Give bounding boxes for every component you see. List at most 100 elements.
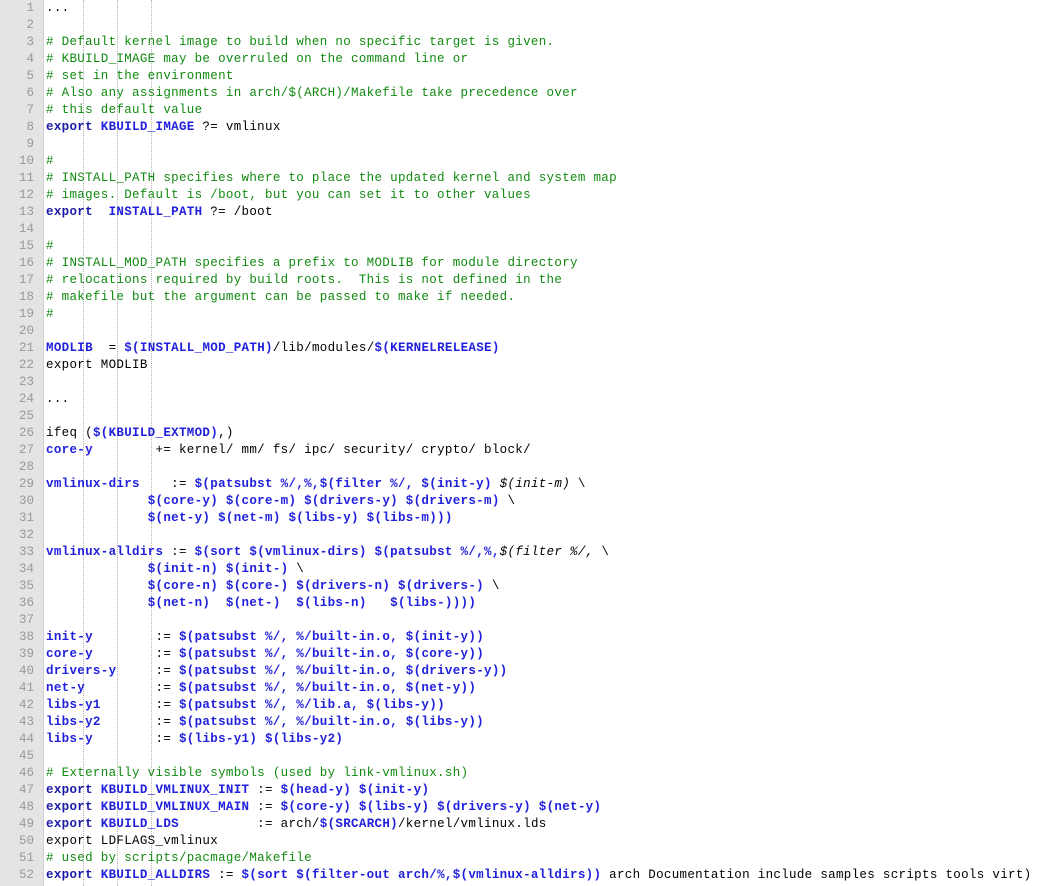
code-line[interactable]: 9 bbox=[0, 136, 1057, 153]
code-line[interactable]: 18 # makefile but the argument can be pas… bbox=[0, 289, 1057, 306]
code-line[interactable]: 2 bbox=[0, 17, 1057, 34]
code-text[interactable] bbox=[46, 374, 54, 391]
code-line[interactable]: 42 libs-y1 := $(patsubst %/, %/lib.a, $(l… bbox=[0, 697, 1057, 714]
code-text[interactable]: export KBUILD_VMLINUX_INIT := $(head-y) … bbox=[46, 782, 429, 799]
code-text[interactable]: # bbox=[46, 306, 54, 323]
code-text[interactable] bbox=[46, 459, 54, 476]
code-line[interactable]: 21 MODLIB = $(INSTALL_MOD_PATH)/lib/modul… bbox=[0, 340, 1057, 357]
code-line[interactable]: 25 bbox=[0, 408, 1057, 425]
code-text[interactable]: $(init-n) $(init-) \ bbox=[46, 561, 304, 578]
code-line[interactable]: 33 vmlinux-alldirs := $(sort $(vmlinux-di… bbox=[0, 544, 1057, 561]
code-text[interactable]: # Default kernel image to build when no … bbox=[46, 34, 554, 51]
code-line[interactable]: 1... bbox=[0, 0, 1057, 17]
code-text[interactable]: init-y := $(patsubst %/, %/built-in.o, $… bbox=[46, 629, 484, 646]
code-line[interactable]: 44 libs-y := $(libs-y1) $(libs-y2) bbox=[0, 731, 1057, 748]
code-text[interactable] bbox=[46, 323, 54, 340]
code-line[interactable]: 45 bbox=[0, 748, 1057, 765]
code-line[interactable]: 32 bbox=[0, 527, 1057, 544]
code-text[interactable] bbox=[46, 748, 54, 765]
code-line[interactable]: 28 bbox=[0, 459, 1057, 476]
code-text[interactable]: export KBUILD_VMLINUX_MAIN := $(core-y) … bbox=[46, 799, 601, 816]
code-text[interactable]: libs-y := $(libs-y1) $(libs-y2) bbox=[46, 731, 343, 748]
code-line[interactable]: 19 # bbox=[0, 306, 1057, 323]
code-line[interactable]: 4 # KBUILD_IMAGE may be overruled on the … bbox=[0, 51, 1057, 68]
code-text[interactable]: # INSTALL_PATH specifies where to place … bbox=[46, 170, 617, 187]
code-line[interactable]: 47 export KBUILD_VMLINUX_INIT := $(head-y… bbox=[0, 782, 1057, 799]
code-text[interactable]: vmlinux-alldirs := $(sort $(vmlinux-dirs… bbox=[46, 544, 609, 561]
code-line[interactable]: 39 core-y := $(patsubst %/, %/built-in.o,… bbox=[0, 646, 1057, 663]
code-line[interactable]: 16 # INSTALL_MOD_PATH specifies a prefix … bbox=[0, 255, 1057, 272]
code-line[interactable]: 37 bbox=[0, 612, 1057, 629]
code-text[interactable]: net-y := $(patsubst %/, %/built-in.o, $(… bbox=[46, 680, 476, 697]
code-text[interactable]: export MODLIB bbox=[46, 357, 148, 374]
code-line[interactable]: 46 # Externally visible symbols (used by … bbox=[0, 765, 1057, 782]
code-text[interactable]: # bbox=[46, 153, 54, 170]
code-text[interactable] bbox=[46, 221, 54, 238]
code-line[interactable]: 30 $(core-y) $(core-m) $(drivers-y) $(dr… bbox=[0, 493, 1057, 510]
code-text[interactable]: core-y := $(patsubst %/, %/built-in.o, $… bbox=[46, 646, 484, 663]
code-text[interactable]: core-y += kernel/ mm/ fs/ ipc/ security/… bbox=[46, 442, 531, 459]
code-line[interactable]: 11 # INSTALL_PATH specifies where to plac… bbox=[0, 170, 1057, 187]
code-text[interactable]: ... bbox=[46, 391, 69, 408]
code-line[interactable]: 3 # Default kernel image to build when no… bbox=[0, 34, 1057, 51]
code-text[interactable]: # relocations required by build roots. T… bbox=[46, 272, 562, 289]
code-line[interactable]: 34 $(init-n) $(init-) \ bbox=[0, 561, 1057, 578]
code-line[interactable]: 8 export KBUILD_IMAGE ?= vmlinux bbox=[0, 119, 1057, 136]
code-text[interactable]: # bbox=[46, 238, 54, 255]
code-line[interactable]: 29 vmlinux-dirs := $(patsubst %/,%,$(filt… bbox=[0, 476, 1057, 493]
code-text[interactable]: export KBUILD_LDS := arch/$(SRCARCH)/ker… bbox=[46, 816, 547, 833]
code-line[interactable]: 14 bbox=[0, 221, 1057, 238]
code-line[interactable]: 7 # this default value bbox=[0, 102, 1057, 119]
code-text[interactable] bbox=[46, 527, 54, 544]
code-line[interactable]: 50 export LDFLAGS_vmlinux bbox=[0, 833, 1057, 850]
code-text[interactable]: drivers-y := $(patsubst %/, %/built-in.o… bbox=[46, 663, 507, 680]
code-line[interactable]: 38 init-y := $(patsubst %/, %/built-in.o,… bbox=[0, 629, 1057, 646]
code-text[interactable]: vmlinux-dirs := $(patsubst %/,%,$(filter… bbox=[46, 476, 586, 493]
code-line[interactable]: 48 export KBUILD_VMLINUX_MAIN := $(core-y… bbox=[0, 799, 1057, 816]
code-text[interactable]: libs-y1 := $(patsubst %/, %/lib.a, $(lib… bbox=[46, 697, 445, 714]
code-line[interactable]: 17 # relocations required by build roots.… bbox=[0, 272, 1057, 289]
code-line[interactable]: 22 export MODLIB bbox=[0, 357, 1057, 374]
code-line[interactable]: 26 ifeq ($(KBUILD_EXTMOD),) bbox=[0, 425, 1057, 442]
code-line[interactable]: 41 net-y := $(patsubst %/, %/built-in.o, … bbox=[0, 680, 1057, 697]
code-text[interactable]: $(core-n) $(core-) $(drivers-n) $(driver… bbox=[46, 578, 500, 595]
code-text[interactable]: libs-y2 := $(patsubst %/, %/built-in.o, … bbox=[46, 714, 484, 731]
code-line[interactable]: 12 # images. Default is /boot, but you ca… bbox=[0, 187, 1057, 204]
code-text[interactable]: # makefile but the argument can be passe… bbox=[46, 289, 515, 306]
code-text[interactable] bbox=[46, 17, 54, 34]
code-text[interactable]: # KBUILD_IMAGE may be overruled on the c… bbox=[46, 51, 468, 68]
code-line[interactable]: 13 export INSTALL_PATH ?= /boot bbox=[0, 204, 1057, 221]
code-text[interactable]: $(net-y) $(net-m) $(libs-y) $(libs-m))) bbox=[46, 510, 453, 527]
code-line[interactable]: 10 # bbox=[0, 153, 1057, 170]
code-text[interactable]: # Externally visible symbols (used by li… bbox=[46, 765, 468, 782]
code-text[interactable]: # set in the environment bbox=[46, 68, 234, 85]
code-line[interactable]: 24... bbox=[0, 391, 1057, 408]
code-editor[interactable]: 1... 2 3 # Default kernel image to build w… bbox=[0, 0, 1057, 886]
code-line[interactable]: 27 core-y += kernel/ mm/ fs/ ipc/ securit… bbox=[0, 442, 1057, 459]
code-line[interactable]: 40 drivers-y := $(patsubst %/, %/built-in… bbox=[0, 663, 1057, 680]
code-line[interactable]: 6 # Also any assignments in arch/$(ARCH)/… bbox=[0, 85, 1057, 102]
code-text[interactable]: MODLIB = $(INSTALL_MOD_PATH)/lib/modules… bbox=[46, 340, 500, 357]
code-line[interactable]: 49 export KBUILD_LDS := arch/$(SRCARCH)/k… bbox=[0, 816, 1057, 833]
code-text[interactable]: # INSTALL_MOD_PATH specifies a prefix to… bbox=[46, 255, 578, 272]
code-text[interactable]: ... bbox=[46, 0, 69, 17]
code-text[interactable]: $(net-n) $(net-) $(libs-n) $(libs-)))) bbox=[46, 595, 476, 612]
code-line[interactable]: 31 $(net-y) $(net-m) $(libs-y) $(libs-m)… bbox=[0, 510, 1057, 527]
code-line[interactable]: 23 bbox=[0, 374, 1057, 391]
code-text[interactable]: export LDFLAGS_vmlinux bbox=[46, 833, 218, 850]
code-text[interactable] bbox=[46, 612, 54, 629]
code-line[interactable]: 36 $(net-n) $(net-) $(libs-n) $(libs-)))… bbox=[0, 595, 1057, 612]
code-line[interactable]: 43 libs-y2 := $(patsubst %/, %/built-in.o… bbox=[0, 714, 1057, 731]
code-text[interactable]: export KBUILD_IMAGE ?= vmlinux bbox=[46, 119, 281, 136]
code-line[interactable]: 20 bbox=[0, 323, 1057, 340]
code-line[interactable]: 52 export KBUILD_ALLDIRS := $(sort $(filt… bbox=[0, 867, 1057, 884]
code-text[interactable]: # used by scripts/pacmage/Makefile bbox=[46, 850, 312, 867]
code-text[interactable]: ifeq ($(KBUILD_EXTMOD),) bbox=[46, 425, 234, 442]
code-line[interactable]: 35 $(core-n) $(core-) $(drivers-n) $(dri… bbox=[0, 578, 1057, 595]
code-line[interactable]: 51 # used by scripts/pacmage/Makefile bbox=[0, 850, 1057, 867]
code-text[interactable]: export KBUILD_ALLDIRS := $(sort $(filter… bbox=[46, 867, 1032, 884]
code-text[interactable]: # Also any assignments in arch/$(ARCH)/M… bbox=[46, 85, 578, 102]
code-text[interactable]: # images. Default is /boot, but you can … bbox=[46, 187, 531, 204]
code-text[interactable] bbox=[46, 408, 54, 425]
code-text[interactable]: export INSTALL_PATH ?= /boot bbox=[46, 204, 273, 221]
